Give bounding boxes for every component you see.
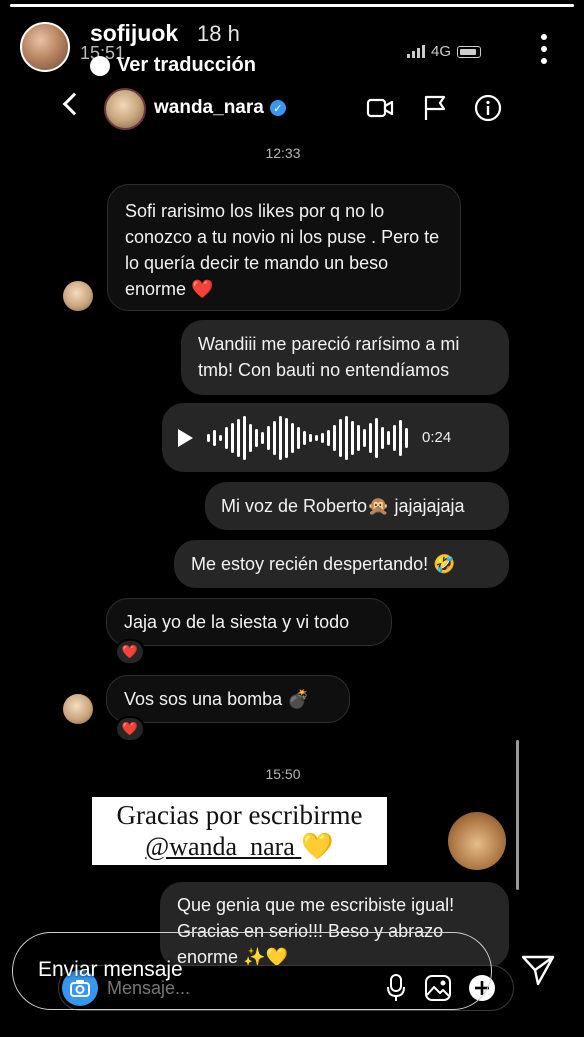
info-icon[interactable] — [474, 94, 502, 122]
sender-avatar[interactable] — [63, 281, 93, 311]
story-progress-fill — [10, 4, 574, 7]
battery-icon — [457, 45, 482, 58]
back-arrow-icon[interactable] — [62, 92, 86, 116]
report-flag-icon[interactable] — [422, 94, 448, 122]
voice-message[interactable]: 0:24 — [162, 403, 509, 472]
send-icon[interactable] — [520, 952, 556, 988]
story-author-avatar[interactable] — [20, 22, 70, 72]
outgoing-message[interactable]: Wandiii me pareció rarísimo a mi tmb! Co… — [181, 320, 509, 395]
message-timestamp: 12:33 — [265, 145, 301, 161]
heart-reaction-icon[interactable]: ❤️ — [115, 716, 145, 742]
heart-reaction-icon[interactable]: ❤️ — [115, 639, 145, 665]
dm-avatar[interactable] — [104, 88, 146, 130]
scrollbar[interactable] — [516, 740, 519, 890]
story-progress-bar — [10, 4, 574, 7]
signal-icon — [407, 45, 425, 58]
verified-badge-icon: ✓ — [269, 100, 286, 116]
message-timestamp: 15:50 — [265, 766, 301, 782]
dm-username[interactable]: wanda_nara ✓ — [154, 97, 286, 119]
play-icon[interactable] — [178, 428, 193, 447]
yellow-heart-emoji: 💛 — [301, 832, 334, 861]
network-label: 4G — [431, 43, 452, 60]
waveform — [207, 415, 408, 461]
translate-icon — [90, 55, 110, 76]
translate-label: Ver traducción — [117, 54, 256, 76]
video-call-icon[interactable] — [366, 94, 394, 122]
status-bar-indicators: 4G — [407, 43, 482, 60]
outgoing-message[interactable]: Mi voz de Roberto🙊 jajajajaja — [205, 482, 509, 530]
dm-username-label: wanda_nara — [154, 97, 264, 118]
sticker-line-2: @wanda_nara 💛 — [92, 831, 387, 863]
story-text-sticker: Gracias por escribirme @wanda_nara 💛 — [92, 797, 387, 865]
incoming-message[interactable]: Jaja yo de la siesta y vi todo — [106, 598, 392, 646]
story-reply-placeholder: Enviar mensaje — [38, 958, 183, 981]
voice-duration: 0:24 — [422, 428, 452, 446]
incoming-message[interactable]: Sofi rarisimo los likes por q no lo cono… — [107, 184, 461, 311]
see-no-evil-monkey-sticker — [448, 812, 506, 870]
incoming-message[interactable]: Vos sos una bomba 💣 — [106, 675, 350, 723]
sticker-mention: @wanda_nara — [145, 832, 295, 861]
story-menu-icon[interactable] — [535, 34, 553, 64]
outgoing-message[interactable]: Me estoy recién despertando! 🤣 — [174, 540, 509, 588]
story-time-ago: 18 h — [197, 21, 240, 46]
sticker-line-1: Gracias por escribirme — [116, 800, 363, 830]
translate-button[interactable]: Ver traducción — [90, 54, 256, 77]
sender-avatar[interactable] — [63, 694, 93, 724]
